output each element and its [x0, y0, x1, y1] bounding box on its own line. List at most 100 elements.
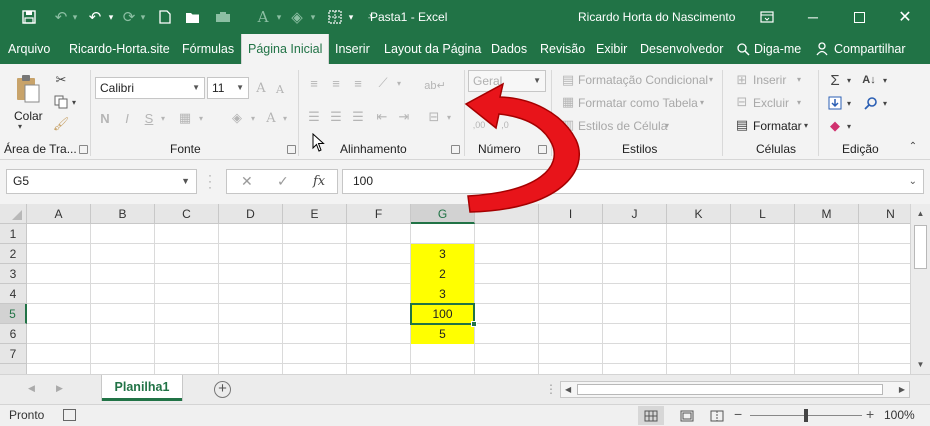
scroll-down-icon[interactable]: ▼: [911, 356, 930, 373]
align-top-icon[interactable]: ≡: [304, 74, 324, 92]
confirm-entry-icon[interactable]: ✓: [277, 170, 289, 193]
formula-input[interactable]: 100 ⌄: [342, 169, 924, 194]
paste-label[interactable]: Colar: [14, 109, 43, 123]
font-launcher-icon[interactable]: [287, 145, 296, 154]
row-header-2[interactable]: 2: [0, 244, 27, 264]
tell-me-box[interactable]: Diga-me: [736, 34, 801, 64]
bold-button[interactable]: N: [96, 108, 114, 128]
autosum-dropdown-icon[interactable]: ▾: [844, 70, 854, 90]
fill-down-icon[interactable]: [826, 93, 844, 113]
open-folder-icon[interactable]: [180, 0, 206, 34]
zoom-out-icon[interactable]: −: [734, 406, 742, 422]
cell-g4[interactable]: 3: [411, 284, 474, 304]
horizontal-scrollbar[interactable]: ◀ ▶: [560, 381, 910, 398]
fill-handle[interactable]: [471, 321, 477, 327]
copy-icon[interactable]: [50, 92, 72, 112]
orientation-icon[interactable]: ⟋: [372, 74, 394, 92]
format-cells-icon[interactable]: ▤: [734, 117, 750, 133]
paste-icon[interactable]: [10, 70, 46, 108]
format-as-table-button[interactable]: Formatar como Tabela: [578, 96, 698, 110]
column-header-i[interactable]: I: [539, 204, 603, 224]
increase-decimal-icon[interactable]: ,00: [468, 116, 490, 134]
increase-font-icon[interactable]: A: [252, 78, 270, 98]
format-cells-button[interactable]: Formatar: [753, 119, 802, 133]
horizontal-scroll-thumb[interactable]: [577, 384, 883, 395]
share-button[interactable]: Compartilhar: [816, 34, 906, 64]
tab-revisao[interactable]: Revisão: [540, 34, 585, 64]
row-header-5[interactable]: 5: [0, 304, 27, 324]
clear-icon[interactable]: ◆: [826, 116, 844, 136]
next-sheet-icon[interactable]: ▶: [56, 383, 63, 394]
decrease-font-icon[interactable]: A: [272, 80, 288, 98]
column-header-n[interactable]: N: [859, 204, 910, 224]
borders-icon[interactable]: ▦: [174, 108, 196, 128]
autosum-icon[interactable]: Σ: [826, 70, 844, 90]
column-header-k[interactable]: K: [667, 204, 731, 224]
paste-dropdown-icon[interactable]: ▾: [18, 122, 22, 131]
font-color-dropdown-icon[interactable]: ▾: [280, 108, 290, 128]
column-header-d[interactable]: D: [219, 204, 283, 224]
row-header-8[interactable]: [0, 364, 27, 374]
column-header-a[interactable]: A: [27, 204, 91, 224]
row-header-7[interactable]: 7: [0, 344, 27, 364]
increase-indent-icon[interactable]: ⇥: [394, 108, 414, 126]
tab-pagina-inicial[interactable]: Página Inicial: [241, 34, 330, 64]
cell-g3[interactable]: 2: [411, 264, 474, 284]
tab-desenvolvedor[interactable]: Desenvolvedor: [640, 34, 723, 64]
column-header-b[interactable]: B: [91, 204, 155, 224]
insert-dropdown-icon[interactable]: ▾: [797, 75, 801, 84]
zoom-slider-thumb[interactable]: [804, 409, 808, 422]
tab-inserir[interactable]: Inserir: [335, 34, 370, 64]
column-header-e[interactable]: E: [283, 204, 347, 224]
column-header-f[interactable]: F: [347, 204, 411, 224]
column-header-h-hidden[interactable]: [475, 204, 539, 224]
cell-styles-button[interactable]: Estilos de Célula: [578, 119, 667, 133]
delete-dropdown-icon[interactable]: ▾: [797, 98, 801, 107]
align-bottom-icon[interactable]: ≡: [348, 74, 368, 92]
delete-cells-button[interactable]: Excluir: [753, 96, 789, 110]
decrease-indent-icon[interactable]: ⇤: [372, 108, 392, 126]
italic-button[interactable]: I: [118, 108, 136, 128]
format-painter-icon[interactable]: 🖌: [50, 114, 72, 134]
tab-ricardo-horta-site[interactable]: Ricardo-Horta.site: [69, 34, 170, 64]
copy-dropdown-icon[interactable]: ▾: [72, 98, 76, 107]
row-header-6[interactable]: 6: [0, 324, 27, 344]
format-dropdown-icon[interactable]: ▾: [804, 121, 808, 130]
cancel-entry-icon[interactable]: ✕: [241, 170, 253, 193]
underline-dropdown-icon[interactable]: ▾: [158, 108, 168, 128]
expand-formula-icon[interactable]: ⌄: [909, 170, 917, 193]
page-layout-view-icon[interactable]: [674, 406, 700, 425]
font-color-icon[interactable]: A: [262, 108, 280, 128]
clear-dropdown-icon[interactable]: ▾: [844, 116, 854, 136]
tab-split-handle-icon[interactable]: ⋮: [545, 382, 557, 396]
fill-color-icon[interactable]: ◈: [226, 108, 248, 128]
name-box[interactable]: G5 ▼: [6, 169, 197, 194]
worksheet-grid[interactable]: A B C D E F G I J K L M N 1 2 3 4 5 6 7: [0, 204, 910, 374]
ribbon-display-options-icon[interactable]: [744, 0, 790, 34]
align-center-icon[interactable]: ☰: [326, 108, 346, 126]
cell-g2[interactable]: 3: [411, 244, 474, 264]
find-dropdown-icon[interactable]: ▾: [880, 93, 890, 113]
clipboard-launcher-icon[interactable]: [79, 145, 88, 154]
align-right-icon[interactable]: ☰: [348, 108, 368, 126]
column-header-g[interactable]: G: [411, 204, 475, 224]
column-header-m[interactable]: M: [795, 204, 859, 224]
row-header-1[interactable]: 1: [0, 224, 27, 244]
page-break-view-icon[interactable]: [704, 406, 730, 425]
cell-g6[interactable]: 5: [411, 324, 474, 344]
align-left-icon[interactable]: ☰: [304, 108, 324, 126]
macro-record-icon[interactable]: [63, 409, 76, 421]
font-name-combo[interactable]: Calibri ▼: [95, 77, 205, 99]
tab-layout-da-pagina[interactable]: Layout da Página: [384, 34, 481, 64]
insert-cells-button[interactable]: Inserir: [753, 73, 786, 87]
cell-styles-dropdown-icon[interactable]: ▾: [665, 121, 669, 130]
close-icon[interactable]: ✕: [882, 0, 928, 34]
borders-dropdown-icon[interactable]: ▾: [196, 108, 206, 128]
tab-exibir[interactable]: Exibir: [596, 34, 627, 64]
conditional-formatting-icon[interactable]: ▤: [560, 72, 576, 88]
zoom-in-icon[interactable]: +: [866, 406, 874, 422]
column-header-l[interactable]: L: [731, 204, 795, 224]
insert-function-button[interactable]: fx: [313, 170, 325, 193]
row-header-3[interactable]: 3: [0, 264, 27, 284]
new-file-icon[interactable]: [152, 0, 178, 34]
